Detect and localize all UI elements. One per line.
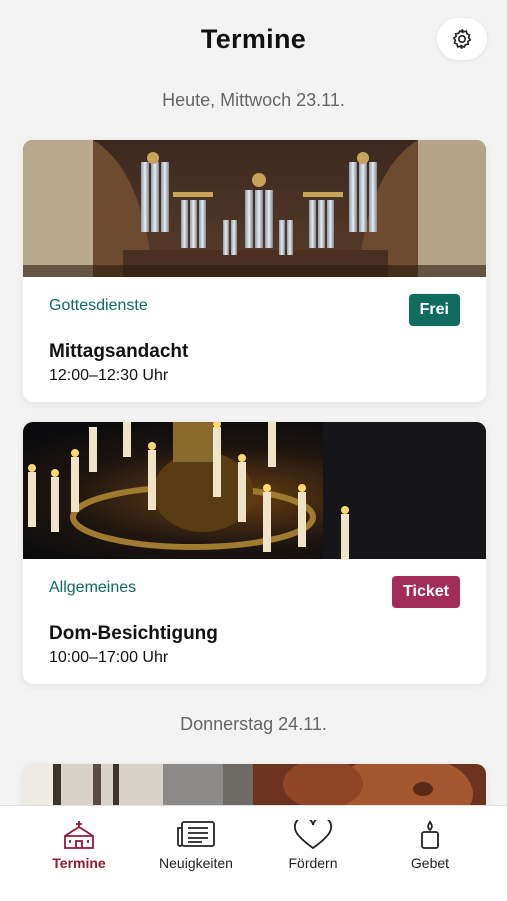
date-heading-tomorrow: Donnerstag 24.11. xyxy=(180,714,327,734)
event-category: Gottesdienste xyxy=(49,297,148,314)
event-title: Dom-Besichtigung xyxy=(49,623,218,644)
church-icon xyxy=(64,821,94,849)
settings-button[interactable] xyxy=(437,18,487,60)
event-time: 10:00–17:00 Uhr xyxy=(49,649,169,666)
tab-label: Fördern xyxy=(288,855,338,871)
newspaper-icon xyxy=(177,821,215,847)
tab-foerdern[interactable]: Fördern xyxy=(258,806,368,896)
page-title: Termine xyxy=(200,24,307,54)
organ-photo xyxy=(23,140,486,277)
date-heading-today: Heute, Mittwoch 23.11. xyxy=(162,90,345,110)
candle-icon xyxy=(421,820,439,849)
tab-bar: Termine Neuigkeiten Fördern Gebet xyxy=(0,805,507,901)
status-badge: Frei xyxy=(408,294,460,326)
chandelier-photo xyxy=(23,422,486,559)
tab-label: Gebet xyxy=(410,855,450,871)
header: Termine xyxy=(0,0,507,82)
event-time: 12:00–12:30 Uhr xyxy=(49,367,169,384)
event-category: Allgemeines xyxy=(49,579,137,596)
tab-neuigkeiten[interactable]: Neuigkeiten xyxy=(141,806,251,896)
tab-gebet[interactable]: Gebet xyxy=(375,806,485,896)
ticket-badge[interactable]: Ticket xyxy=(392,576,460,608)
gear-icon xyxy=(452,29,472,49)
tab-label: Termine xyxy=(52,855,106,871)
tab-label: Neuigkeiten xyxy=(159,855,233,871)
tab-termine[interactable]: Termine xyxy=(24,806,134,896)
event-card-mittagsandacht[interactable]: Gottesdienste Frei Mittagsandacht 12:00–… xyxy=(23,140,486,402)
event-title: Mittagsandacht xyxy=(49,341,189,362)
heart-icon xyxy=(294,820,332,850)
event-card-dom-besichtigung[interactable]: Allgemeines Ticket Dom-Besichtigung 10:0… xyxy=(23,422,486,684)
